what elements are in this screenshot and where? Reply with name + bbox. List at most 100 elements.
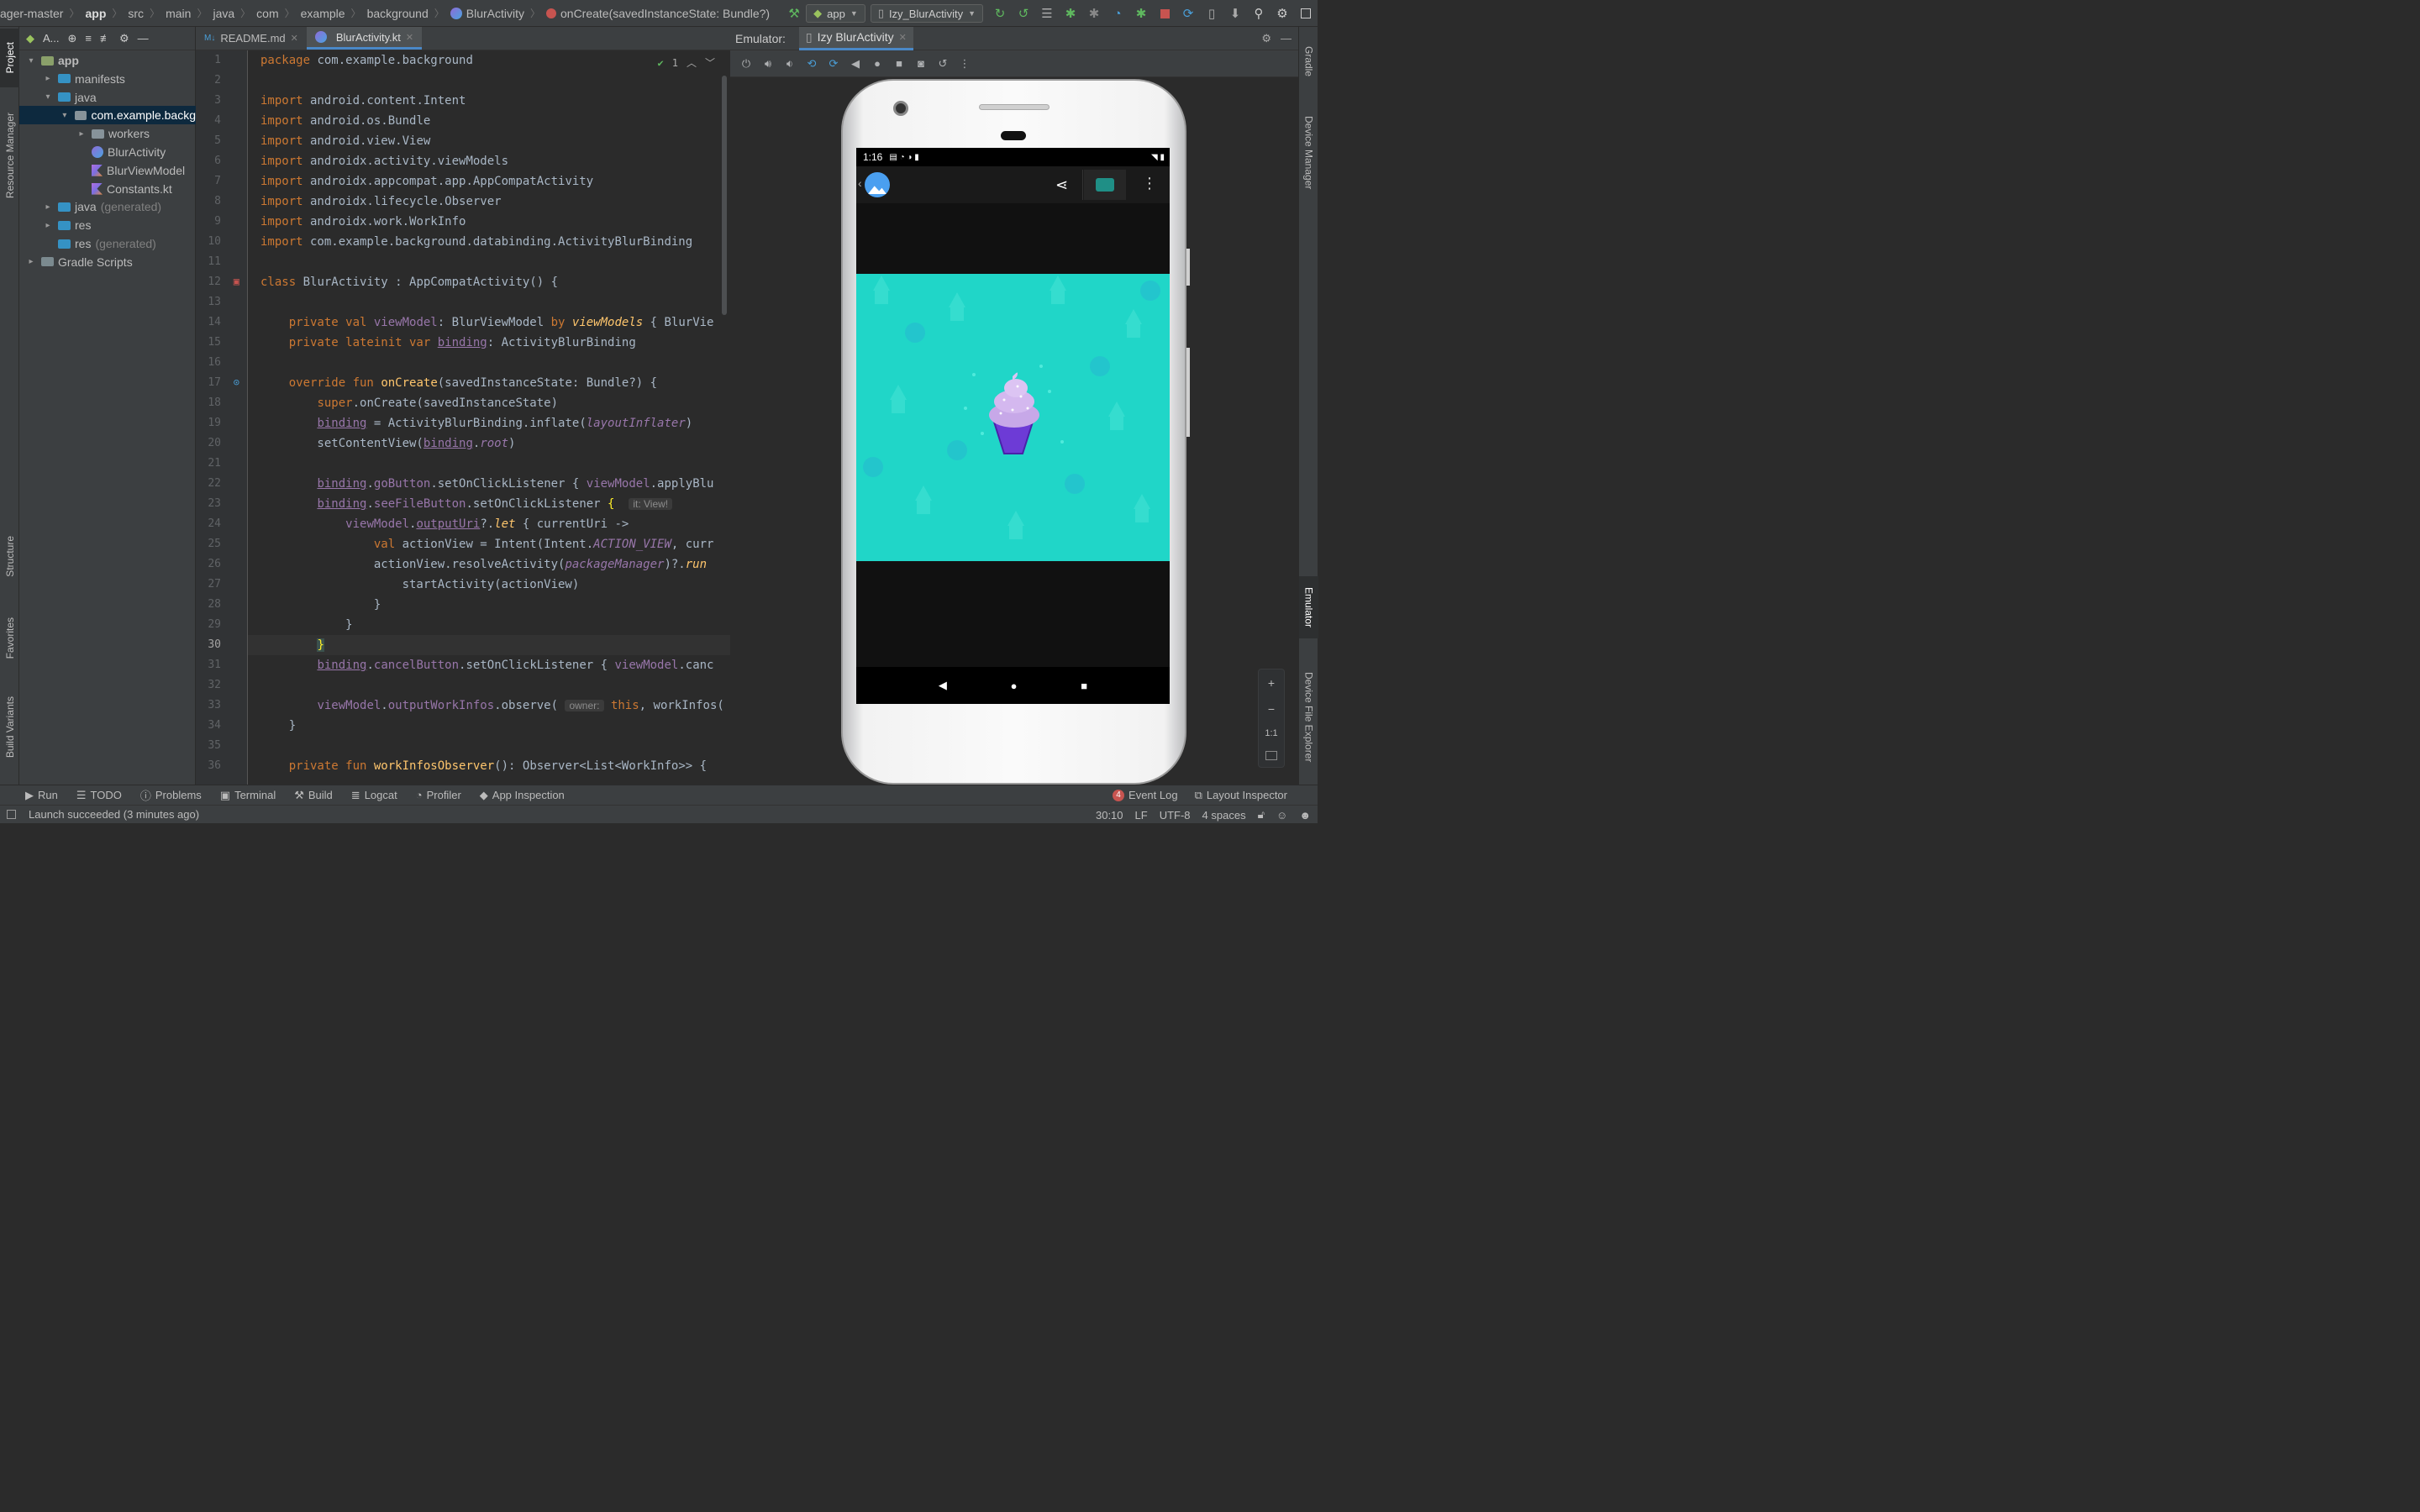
device-manager-icon[interactable]: ▯ [1200, 0, 1223, 27]
breadcrumb-main[interactable]: main [166, 7, 191, 20]
sdk-manager-icon[interactable]: ⬇ [1223, 0, 1247, 27]
chevron-right-icon[interactable]: ▸ [43, 74, 53, 83]
tree-item[interactable]: ▾ app [19, 51, 196, 70]
tree-item[interactable]: res (generated) [19, 234, 196, 253]
coverage-icon[interactable]: ☰ [1035, 0, 1059, 27]
snapshot-icon[interactable]: ↺ [932, 50, 954, 77]
rotate-left-icon[interactable]: ⟲ [801, 50, 823, 77]
tree-item[interactable]: ▾ com.example.backg [19, 106, 196, 125]
chevron-right-icon[interactable]: ▸ [43, 221, 53, 230]
chevron-down-icon[interactable]: ▾ [26, 56, 36, 66]
project-view-selector[interactable]: A... [43, 32, 60, 45]
tab-layout-inspector[interactable]: ⧉ Layout Inspector [1195, 789, 1287, 802]
tab-build[interactable]: ⚒ Build [294, 789, 333, 802]
tab-build-variants[interactable]: Build Variants [0, 685, 19, 769]
search-icon[interactable]: ⚲ [1247, 0, 1270, 27]
breadcrumb-example[interactable]: example [301, 7, 345, 20]
apply-changes-icon[interactable]: ↻ [988, 0, 1012, 27]
rotate-right-icon[interactable]: ⟳ [823, 50, 844, 77]
apply-code-changes-icon[interactable]: ↺ [1012, 0, 1035, 27]
breadcrumb-background[interactable]: background [367, 7, 429, 20]
device-dropdown[interactable]: ▯ Izy_BlurActivity ▼ [870, 4, 983, 23]
home-icon[interactable]: ● [866, 50, 888, 77]
tab-gradle[interactable]: Gradle [1299, 34, 1318, 89]
editor-scrollbar[interactable] [722, 76, 727, 315]
locate-icon[interactable]: ⊕ [68, 32, 77, 45]
tab-favorites[interactable]: Favorites [0, 605, 19, 672]
back-arrow-icon[interactable]: ‹ [858, 176, 862, 190]
tab-problems[interactable]: ⓘ Problems [140, 787, 202, 803]
tab-profiler[interactable]: ◔ Profiler [416, 789, 461, 801]
stop-icon[interactable] [1153, 0, 1176, 27]
debug-icon[interactable]: ✱ [1059, 0, 1082, 27]
breadcrumb-module[interactable]: app [85, 7, 106, 20]
chevron-down-icon[interactable]: ▾ [60, 111, 70, 120]
close-icon[interactable]: ✕ [291, 33, 298, 44]
tab-structure[interactable]: Structure [0, 522, 19, 590]
tab-app-inspection[interactable]: ◆ App Inspection [480, 789, 565, 802]
gallery-app-icon[interactable] [865, 172, 890, 197]
tab-device-manager[interactable]: Device Manager [1299, 102, 1318, 203]
nav-home-icon[interactable]: ● [1011, 680, 1018, 692]
gear-icon[interactable]: ⚙ [119, 32, 129, 45]
indent-setting[interactable]: 4 spaces [1202, 809, 1246, 822]
sync-gradle-icon[interactable]: ⟳ [1176, 0, 1200, 27]
nav-back-icon[interactable]: ◀ [939, 679, 947, 692]
notifications-icon[interactable]: ☻ [1299, 809, 1311, 822]
overview-icon[interactable]: ■ [888, 50, 910, 77]
tree-item[interactable]: ▸ java (generated) [19, 197, 196, 216]
hide-panel-icon[interactable]: — [138, 32, 149, 45]
toggle-tool-windows-icon[interactable] [7, 810, 16, 819]
tree-item[interactable]: Constants.kt [19, 180, 196, 198]
feedback-icon[interactable]: ☺ [1276, 809, 1287, 822]
volume-down-icon[interactable]: 🔉︎ [779, 50, 801, 77]
profiler-icon[interactable]: ◔ [1106, 0, 1129, 27]
assistant-icon[interactable] [1294, 0, 1318, 27]
breadcrumb-method[interactable]: onCreate(savedInstanceState: Bundle?) [560, 7, 770, 20]
hide-panel-icon[interactable]: — [1281, 32, 1292, 45]
zoom-actual-size-button[interactable]: 1:1 [1265, 728, 1277, 738]
tab-run[interactable]: ▶ Run [25, 789, 58, 802]
nav-overview-icon[interactable]: ■ [1081, 680, 1087, 692]
tab-resource-manager[interactable]: Resource Manager [0, 101, 19, 210]
tab-logcat[interactable]: ≣ Logcat [351, 789, 397, 802]
volume-up-icon[interactable]: 🔊︎ [757, 50, 779, 77]
tab-emulator[interactable]: Emulator [1299, 576, 1318, 638]
tree-item[interactable]: ▸ workers [19, 124, 196, 143]
tab-project[interactable]: Project [0, 29, 19, 87]
tree-item[interactable]: BlurViewModel [19, 161, 196, 180]
tab-todo[interactable]: ☰ TODO [76, 789, 122, 802]
tab-bluractivity[interactable]: BlurActivity.kt ✕ [306, 27, 423, 50]
power-icon[interactable]: ⏻ [735, 50, 757, 77]
breadcrumb-project[interactable]: ager-master [0, 7, 63, 20]
breadcrumb-java[interactable]: java [213, 7, 234, 20]
breadcrumb-com[interactable]: com [256, 7, 278, 20]
chevron-right-icon[interactable]: ▸ [43, 202, 53, 212]
tab-device-file-explorer[interactable]: Device File Explorer [1299, 659, 1318, 776]
chevron-down-icon[interactable]: ▾ [43, 92, 53, 102]
expand-all-icon[interactable]: ≡ [85, 32, 92, 45]
debug-attach-icon[interactable]: ✱ [1082, 0, 1106, 27]
chevron-down-icon[interactable]: ﹀ [705, 55, 715, 70]
zoom-in-button[interactable]: + [1268, 676, 1275, 690]
tree-item[interactable]: BlurActivity [19, 143, 196, 161]
tree-item[interactable]: ▾ java [19, 88, 196, 107]
chevron-right-icon[interactable]: ▸ [26, 257, 36, 266]
chevron-up-icon[interactable]: ︿ [687, 55, 697, 70]
code-editor[interactable]: 1 2 3 4 5 6 7 8 9 10 11 12 13 14 15 16 17 18 19 20 21 22 23 24 2… [196, 50, 730, 785]
share-icon[interactable]: ⋖ [1041, 170, 1083, 200]
screenshot-icon[interactable]: ◙ [910, 50, 932, 77]
more-options-icon[interactable]: ⋮ [1142, 175, 1157, 192]
zoom-out-button[interactable]: − [1268, 702, 1275, 716]
chevron-right-icon[interactable]: ▸ [76, 129, 87, 139]
fit-screen-icon[interactable] [1265, 751, 1277, 761]
gear-icon[interactable]: ⚙ [1270, 0, 1294, 27]
close-icon[interactable]: ✕ [899, 32, 907, 43]
tree-item[interactable]: ▸ Gradle Scripts [19, 253, 196, 271]
caret-position[interactable]: 30:10 [1096, 809, 1123, 822]
more-options-icon[interactable]: ⋮ [954, 50, 976, 77]
attach-debugger-icon[interactable]: ✱ [1129, 0, 1153, 27]
gear-icon[interactable]: ⚙ [1261, 32, 1271, 45]
breadcrumb-class[interactable]: BlurActivity [466, 7, 524, 20]
print-icon[interactable] [1084, 170, 1126, 200]
